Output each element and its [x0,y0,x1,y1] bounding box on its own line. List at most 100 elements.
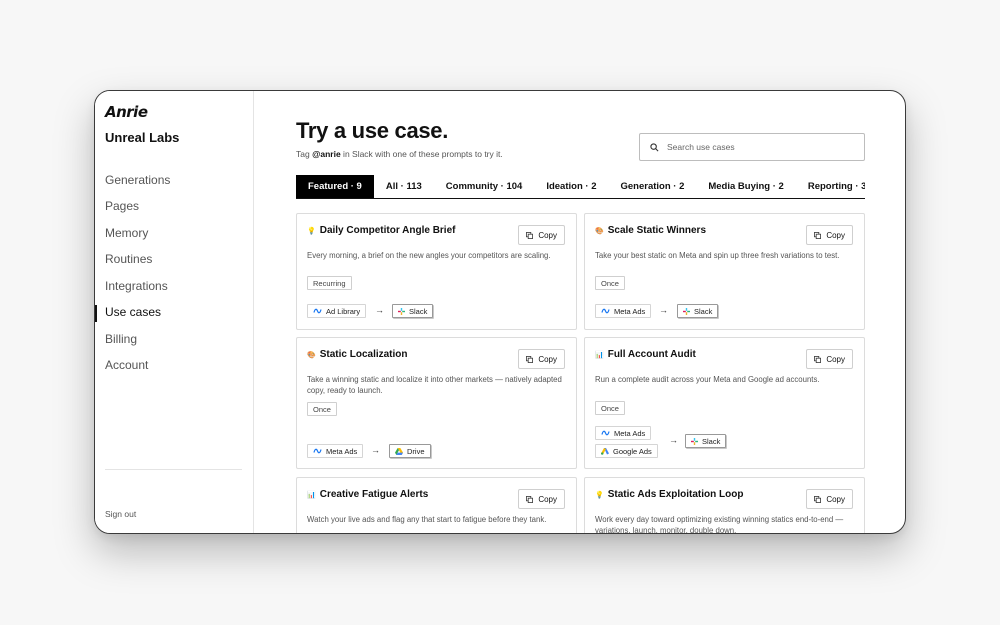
use-case-card[interactable]: 📊 Creative Fatigue Alerts Copy Watch your… [296,477,577,533]
card-title-text: Creative Fatigue Alerts [319,489,429,500]
sidebar-item-generations[interactable]: Generations [95,167,254,194]
arrow-right-icon: → [669,435,678,445]
card-title-text: Scale Static Winners [607,225,706,236]
palette-icon: 🎨 [595,227,604,235]
bar-chart-icon: 📊 [595,351,604,359]
search-icon [650,142,659,151]
tab-generation[interactable]: Generation · 2 [608,175,696,198]
source-label: Google Ads [613,446,652,456]
use-case-card[interactable]: 💡 Static Ads Exploitation Loop Copy Work … [584,477,865,534]
target-label: Drive [407,446,425,456]
frequency-badge: Once [595,401,625,415]
target-label: Slack [702,436,721,446]
tab-reporting[interactable]: Reporting · 3 [796,175,865,198]
source-chip: Google Ads [595,444,658,458]
meta-icon [313,308,322,314]
target-chip: Drive [389,444,431,458]
copy-icon [526,231,534,239]
sign-out-link[interactable]: Sign out [105,509,136,519]
sidebar-item-pages[interactable]: Pages [95,194,254,221]
copy-button[interactable]: Copy [518,225,565,245]
arrow-right-icon: → [659,305,668,315]
tab-media-buying[interactable]: Media Buying · 2 [696,175,795,198]
use-case-card[interactable]: 📊 Full Account Audit Copy Run a complete … [584,337,865,469]
frequency-badge: Once [307,402,337,416]
copy-label: Copy [826,354,845,364]
copy-icon [526,495,534,503]
subtitle-text-rest: in Slack with one of these prompts to tr… [340,149,503,159]
sidebar-item-integrations[interactable]: Integrations [95,273,254,300]
tab-ideation[interactable]: Ideation · 2 [534,175,608,198]
source-label: Meta Ads [614,306,646,316]
slack-icon [683,307,690,315]
search-box[interactable] [639,133,865,161]
source-chip: Ad Library [307,304,367,318]
frequency-badge: Recurring [307,276,352,290]
card-title-text: Static Localization [319,349,408,360]
copy-label: Copy [826,230,845,240]
card-title-text: Static Ads Exploitation Loop [607,489,744,500]
tab-featured[interactable]: Featured · 9 [296,175,374,198]
drive-icon [395,447,403,455]
sidebar: Anrie Unreal Labs Generations Pages Memo… [95,91,254,533]
sidebar-divider [105,469,242,470]
sidebar-item-account[interactable]: Account [95,353,254,380]
copy-button[interactable]: Copy [518,489,565,509]
sidebar-item-routines[interactable]: Routines [95,247,254,274]
source-chip: Meta Ads [595,426,652,440]
sidebar-item-memory[interactable]: Memory [95,220,254,247]
search-input[interactable] [667,142,847,152]
meta-icon [313,448,322,454]
copy-button[interactable]: Copy [806,349,853,369]
copy-button[interactable]: Copy [806,225,853,245]
sidebar-item-billing[interactable]: Billing [95,326,254,353]
card-title: 💡 Static Ads Exploitation Loop [595,489,743,500]
card-title-text: Full Account Audit [607,349,696,360]
copy-label: Copy [826,494,845,504]
arrow-right-icon: → [371,445,380,455]
card-description: Work every day toward optimizing existin… [595,515,844,534]
source-chip: Meta Ads [307,444,364,458]
subtitle-text: Tag [296,149,313,159]
use-case-card[interactable]: 💡 Daily Competitor Angle Brief Copy Every… [296,213,577,330]
copy-button[interactable]: Copy [518,349,565,369]
sidebar-item-use-cases[interactable]: Use cases [95,300,254,327]
card-description: Take a winning static and localize it in… [307,375,562,395]
card-title: 💡 Daily Competitor Angle Brief [307,225,455,236]
tab-all[interactable]: All · 113 [374,175,434,198]
slack-icon [691,437,698,445]
card-title: 🎨 Static Localization [307,349,408,360]
card-title: 📊 Full Account Audit [595,349,696,360]
lightbulb-icon: 💡 [595,491,604,499]
target-chip: Slack [677,304,719,318]
copy-button[interactable]: Copy [806,489,853,509]
use-case-card[interactable]: 🎨 Scale Static Winners Copy Take your bes… [584,213,865,330]
copy-icon [814,355,822,363]
copy-label: Copy [538,354,557,364]
page-title: Try a use case. [296,118,449,143]
target-chip: Slack [685,434,727,448]
card-description: Watch your live ads and flag any that st… [307,515,547,524]
org-name[interactable]: Unreal Labs [105,130,179,145]
card-description: Take your best static on Meta and spin u… [595,251,840,260]
mention-tag: @anrie [312,149,341,159]
copy-label: Copy [538,230,557,240]
logo: Anrie [105,103,148,121]
source-label: Ad Library [326,306,361,316]
meta-icon [601,308,610,314]
copy-icon [814,231,822,239]
meta-icon [601,430,610,436]
source-label: Meta Ads [614,428,646,438]
card-title-text: Daily Competitor Angle Brief [319,225,456,236]
page-subtitle: Tag @anrie in Slack with one of these pr… [296,149,503,159]
sidebar-nav: Generations Pages Memory Routines Integr… [95,167,254,379]
main-content: Try a use case. Tag @anrie in Slack with… [255,91,905,533]
card-description: Run a complete audit across your Meta an… [595,375,820,384]
card-title: 🎨 Scale Static Winners [595,225,706,236]
copy-icon [526,355,534,363]
source-chip: Meta Ads [595,304,652,318]
tab-community[interactable]: Community · 104 [434,175,535,198]
use-case-card[interactable]: 🎨 Static Localization Copy Take a winning… [296,337,577,469]
source-label: Meta Ads [326,446,358,456]
copy-icon [814,495,822,503]
